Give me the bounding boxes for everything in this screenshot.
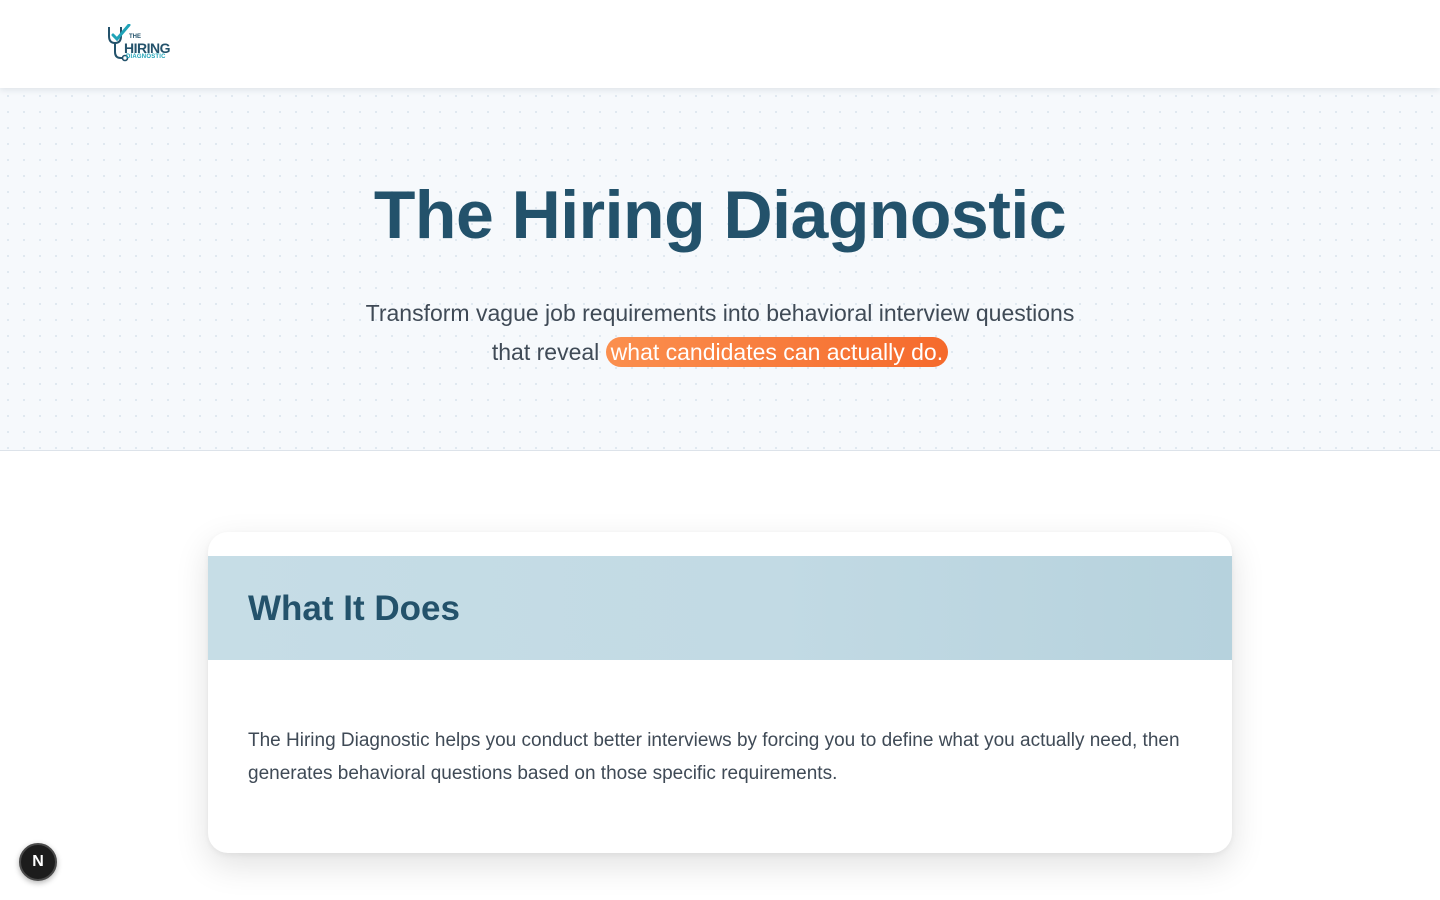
what-it-does-card: What It Does The Hiring Diagnostic helps… bbox=[208, 532, 1232, 853]
dev-tools-badge[interactable]: N bbox=[19, 843, 57, 881]
top-navigation-bar: THE HIRING DIAGNOSTIC bbox=[0, 0, 1440, 88]
logo-text-diagnostic: DIAGNOSTIC bbox=[126, 54, 166, 60]
site-logo[interactable]: THE HIRING DIAGNOSTIC bbox=[106, 24, 178, 64]
hero-subtitle-highlight: what candidates can actually do. bbox=[605, 337, 949, 367]
card-header: What It Does bbox=[208, 556, 1232, 660]
hero-subtitle-prefix: that reveal bbox=[491, 339, 600, 365]
card-description: The Hiring Diagnostic helps you conduct … bbox=[248, 730, 1180, 784]
hero-title: The Hiring Diagnostic bbox=[373, 177, 1067, 253]
hero-section: The Hiring Diagnostic Transform vague jo… bbox=[0, 88, 1440, 451]
hero-subtitle: Transform vague job requirements into be… bbox=[0, 294, 1440, 372]
hero-subtitle-line1: Transform vague job requirements into be… bbox=[365, 300, 1075, 326]
card-title: What It Does bbox=[248, 589, 460, 628]
